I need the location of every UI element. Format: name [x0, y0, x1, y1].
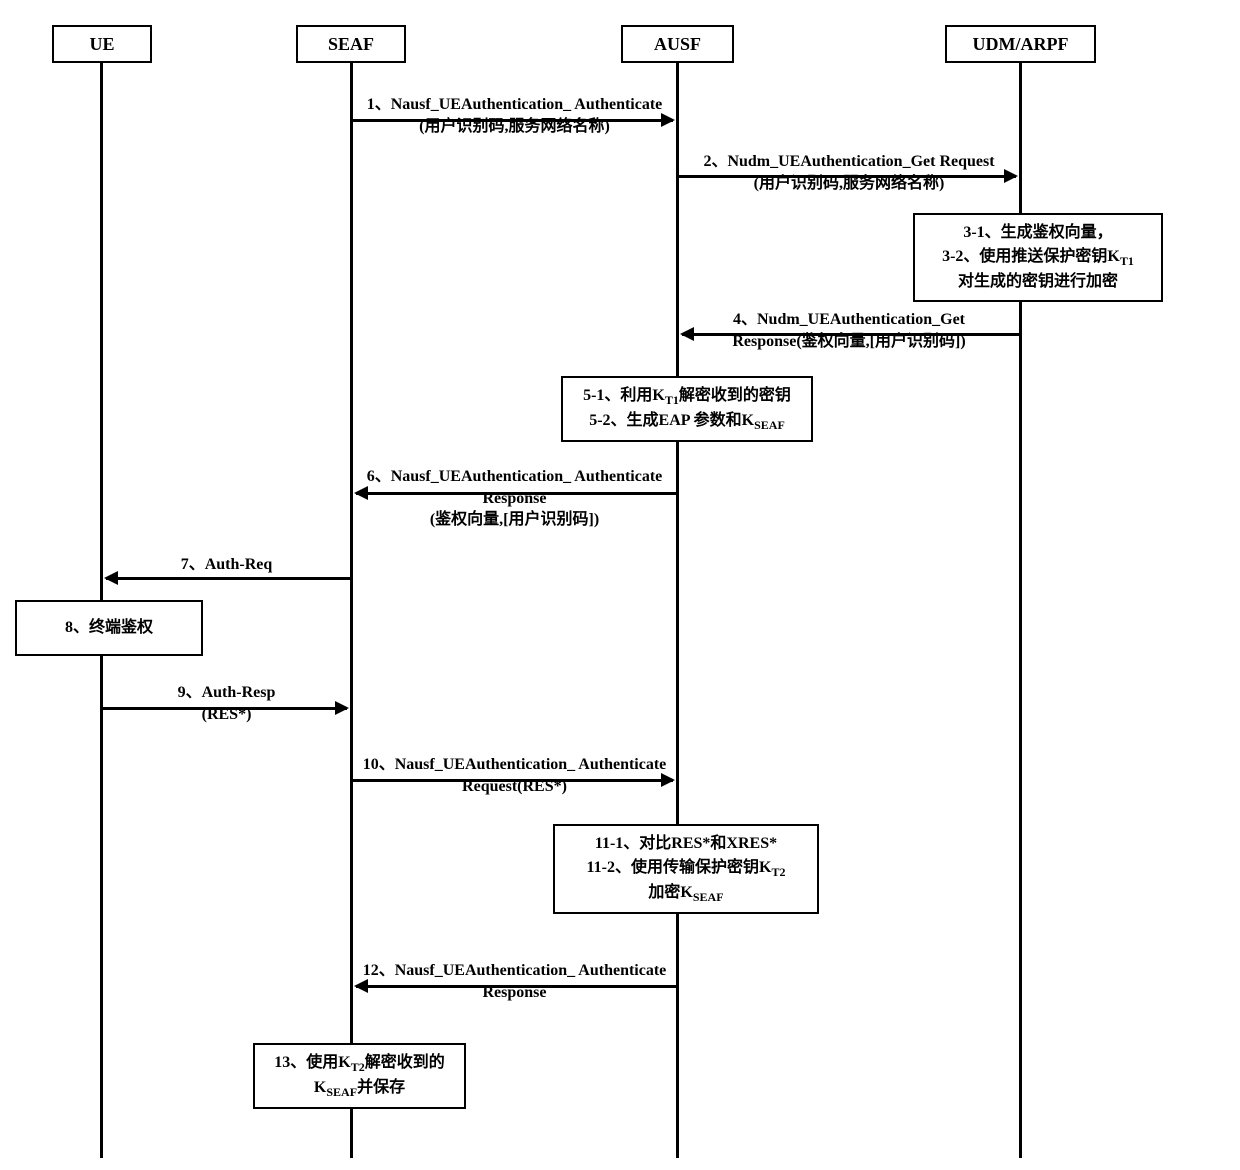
- box-3-line1: 3-1、生成鉴权向量，: [963, 221, 1112, 245]
- box-5: 5-1、利用KT1解密收到的密钥 5-2、生成EAP 参数和KSEAF: [561, 376, 813, 442]
- msg-6-line3: (鉴权向量,[用户识别码]): [430, 511, 599, 528]
- arrow-2: [679, 175, 1016, 178]
- msg-10: 10、Nausf_UEAuthentication_ Authenticate …: [353, 754, 676, 797]
- box-8: 8、终端鉴权: [15, 600, 203, 656]
- box-11: 11-1、对比RES*和XRES* 11-2、使用传输保护密钥KT2 加密KSE…: [553, 824, 819, 914]
- msg-4-line1: 4、Nudm_UEAuthentication_Get: [733, 311, 965, 328]
- actor-ue: UE: [52, 25, 152, 63]
- msg-7: 7、Auth-Req: [103, 554, 350, 576]
- msg-2-line1: 2、Nudm_UEAuthentication_Get Request: [703, 153, 994, 170]
- msg-4: 4、Nudm_UEAuthentication_Get Response(鉴权向…: [679, 309, 1019, 352]
- arrow-4: [682, 333, 1019, 336]
- msg-6-line1: 6、Nausf_UEAuthentication_ Authenticate: [367, 468, 663, 485]
- msg-10-line1: 10、Nausf_UEAuthentication_ Authenticate: [363, 756, 667, 773]
- actor-ausf: AUSF: [621, 25, 734, 63]
- box-11-line2: 11-2、使用传输保护密钥KT2: [587, 856, 786, 881]
- box-11-line3: 加密KSEAF: [648, 881, 723, 906]
- box-13-line1: 13、使用KT2解密收到的: [274, 1051, 444, 1076]
- box-5-line1: 5-1、利用KT1解密收到的密钥: [583, 384, 791, 409]
- actor-udm: UDM/ARPF: [945, 25, 1096, 63]
- box-3-line2: 3-2、使用推送保护密钥KT1: [942, 245, 1134, 270]
- box-5-line2: 5-2、生成EAP 参数和KSEAF: [589, 409, 785, 434]
- arrow-1: [353, 119, 673, 122]
- actor-seaf: SEAF: [296, 25, 406, 63]
- msg-12: 12、Nausf_UEAuthentication_ Authenticate …: [353, 960, 676, 1003]
- arrow-12: [356, 985, 676, 988]
- msg-1: 1、Nausf_UEAuthentication_ Authenticate (…: [353, 94, 676, 137]
- msg-6: 6、Nausf_UEAuthentication_ Authenticate R…: [353, 466, 676, 531]
- msg-2: 2、Nudm_UEAuthentication_Get Request (用户识…: [679, 151, 1019, 194]
- msg-9: 9、Auth-Resp (RES*): [103, 682, 350, 725]
- box-3-line3: 对生成的密钥进行加密: [958, 270, 1118, 294]
- box-3: 3-1、生成鉴权向量， 3-2、使用推送保护密钥KT1 对生成的密钥进行加密: [913, 213, 1163, 302]
- msg-1-line1: 1、Nausf_UEAuthentication_ Authenticate: [367, 96, 663, 113]
- box-8-line1: 8、终端鉴权: [65, 616, 153, 640]
- lifeline-ausf: [676, 63, 679, 1158]
- arrow-10: [353, 779, 673, 782]
- msg-9-line1: 9、Auth-Resp: [178, 684, 276, 701]
- arrow-6: [356, 492, 676, 495]
- msg-12-line1: 12、Nausf_UEAuthentication_ Authenticate: [363, 962, 667, 979]
- box-13-line2: KSEAF并保存: [314, 1076, 405, 1101]
- arrow-9: [103, 707, 347, 710]
- box-13: 13、使用KT2解密收到的 KSEAF并保存: [253, 1043, 466, 1109]
- box-11-line1: 11-1、对比RES*和XRES*: [595, 832, 777, 856]
- arrow-7: [106, 577, 350, 580]
